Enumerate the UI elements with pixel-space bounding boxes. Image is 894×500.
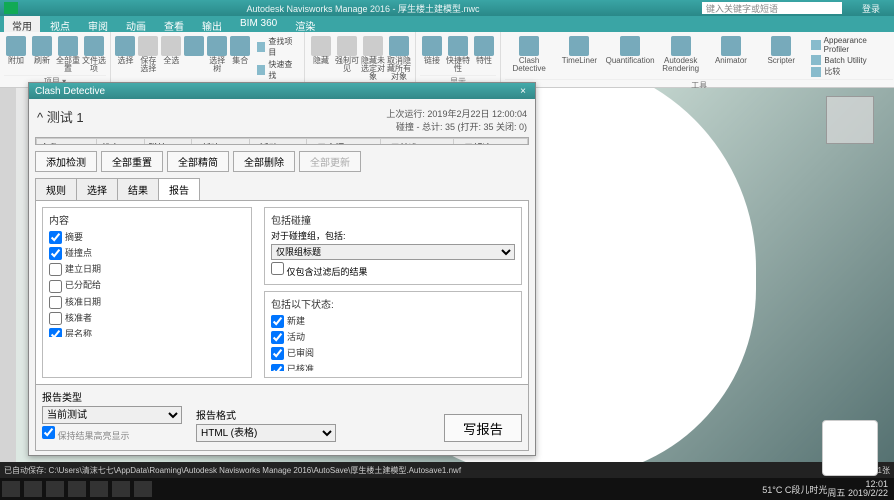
- ribbon-button[interactable]: 选择树: [207, 34, 228, 83]
- menu-tab[interactable]: 视点: [42, 16, 78, 32]
- login-link[interactable]: 登录: [862, 2, 880, 15]
- ribbon-button[interactable]: 快捷特性: [446, 34, 470, 75]
- delete-all-button[interactable]: 全部删除: [233, 151, 295, 172]
- menu-tab[interactable]: 渲染: [287, 16, 323, 32]
- ribbon-button[interactable]: 附加: [4, 34, 28, 75]
- filter-chk[interactable]: [271, 262, 284, 275]
- test-name: ^ 测试 1: [37, 107, 84, 133]
- ribbon-button[interactable]: 特性: [472, 34, 496, 75]
- ribbon-button[interactable]: Quantification: [606, 34, 655, 79]
- windows-taskbar[interactable]: 51°C C段儿时光 12:01 周五 2019/2/22: [0, 478, 894, 500]
- ribbon-button[interactable]: Autodesk Rendering: [657, 34, 705, 79]
- ribbon-button[interactable]: 全选: [161, 34, 182, 83]
- status-path: 已自动保存: C:\Users\清沫七七\AppData\Roaming\Aut…: [4, 465, 461, 476]
- ribbon-button[interactable]: 全部重置: [56, 34, 80, 75]
- ribbon-button[interactable]: 刷新: [30, 34, 54, 75]
- ime-avatar[interactable]: [822, 420, 878, 476]
- menu-tab[interactable]: 常用: [4, 16, 40, 32]
- ribbon-button[interactable]: 链接: [420, 34, 444, 75]
- menu-tab[interactable]: 动画: [118, 16, 154, 32]
- search-box[interactable]: 键入关键字或短语: [702, 2, 842, 14]
- update-all-button[interactable]: 全部更新: [299, 151, 361, 172]
- close-icon[interactable]: ×: [517, 86, 529, 97]
- ribbon-button[interactable]: 取消隐藏所有对象: [387, 34, 411, 83]
- ribbon-button[interactable]: [184, 34, 205, 83]
- subtab[interactable]: 选择: [76, 178, 118, 200]
- ribbon-button[interactable]: Scripter: [757, 34, 805, 79]
- group-combo[interactable]: 仅限组标题: [271, 244, 515, 260]
- app-title: Autodesk Navisworks Manage 2016 - 厚生楼土建模…: [24, 2, 702, 15]
- subtab[interactable]: 报告: [158, 178, 200, 200]
- ribbon-button[interactable]: 隐藏未选定对象: [361, 34, 385, 83]
- ribbon-button[interactable]: Clash Detective: [505, 34, 553, 79]
- ribbon-button[interactable]: TimeLiner: [555, 34, 603, 79]
- menu-tab[interactable]: 查看: [156, 16, 192, 32]
- clash-detective-panel: Clash Detective × ^ 测试 1 上次运行: 2019年2月22…: [28, 82, 536, 456]
- subtab[interactable]: 规则: [35, 178, 77, 200]
- start-icon[interactable]: [2, 481, 20, 497]
- menu-tab[interactable]: BIM 360: [232, 16, 285, 32]
- tests-grid[interactable]: 名称状态碰撞新建活动已审阅已核准已解决测试 1完成35350000: [35, 137, 529, 145]
- clock[interactable]: 12:01 周五 2019/2/22: [827, 480, 894, 498]
- panel-title: Clash Detective: [35, 86, 105, 97]
- ribbon-button[interactable]: 保存选择: [138, 34, 159, 83]
- view-cube[interactable]: [826, 96, 874, 144]
- reset-all-button[interactable]: 全部重置: [101, 151, 163, 172]
- report-type-combo[interactable]: 当前测试: [42, 406, 182, 424]
- write-report-button[interactable]: 写报告: [444, 414, 522, 442]
- menu-tab[interactable]: 输出: [194, 16, 230, 32]
- ribbon-button[interactable]: 选择: [115, 34, 136, 83]
- ribbon-button[interactable]: 集合: [230, 34, 251, 83]
- ribbon-button[interactable]: 强制可见: [335, 34, 359, 83]
- app-logo: [4, 2, 18, 14]
- add-test-button[interactable]: 添加检测: [35, 151, 97, 172]
- compact-all-button[interactable]: 全部精简: [167, 151, 229, 172]
- ribbon-button[interactable]: 隐藏: [309, 34, 333, 83]
- left-dock[interactable]: [0, 88, 16, 470]
- menu-tab[interactable]: 审阅: [80, 16, 116, 32]
- subtab[interactable]: 结果: [117, 178, 159, 200]
- ribbon-button[interactable]: Animator: [707, 34, 755, 79]
- report-format-combo[interactable]: HTML (表格): [196, 424, 336, 442]
- ribbon-button[interactable]: 文件选项: [82, 34, 106, 75]
